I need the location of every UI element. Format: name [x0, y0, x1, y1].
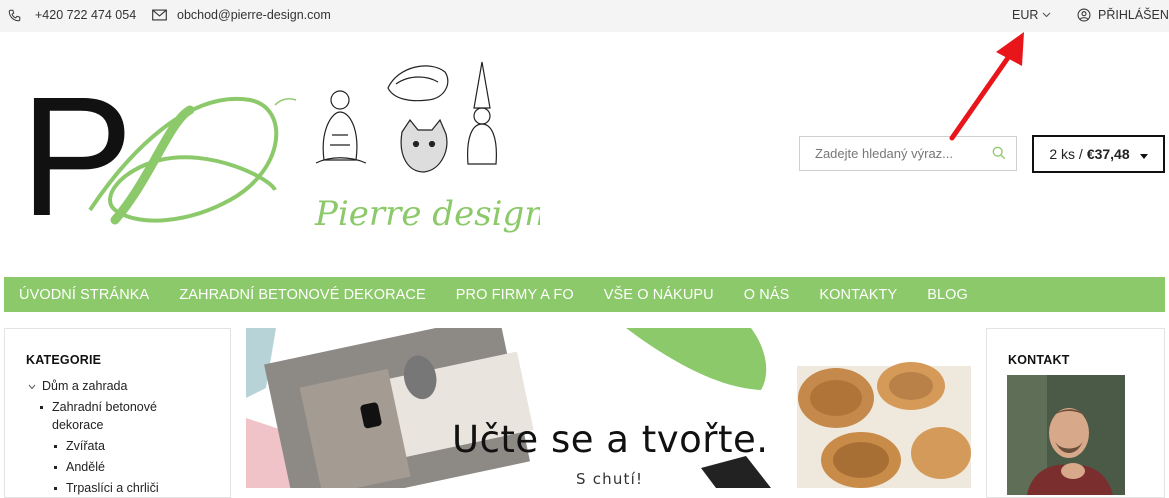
ceramics-photo [797, 362, 971, 488]
nav-item-home[interactable]: ÚVODNÍ STRÁNKA [19, 287, 149, 303]
user-icon [1077, 8, 1091, 22]
category-item-gnomes[interactable]: Trpaslíci a chrliči [54, 479, 230, 497]
chevron-down-icon [1042, 12, 1051, 18]
category-item-home-garden[interactable]: Dům a zahrada [28, 377, 230, 395]
category-label: Trpaslíci a chrliči [66, 481, 159, 495]
main-nav: ÚVODNÍ STRÁNKA ZAHRADNÍ BETONOVÉ DEKORAC… [4, 277, 1165, 312]
search-icon[interactable] [992, 146, 1006, 165]
banner-title: Učte se a tvořte. [452, 418, 769, 461]
buddha-sketch [315, 90, 367, 164]
contact-sidebar: KONTAKT [986, 328, 1165, 498]
angel-sketch [387, 65, 449, 102]
banner-subtitle: S chutí! [576, 470, 644, 488]
cart-total: €37,48 [1086, 146, 1130, 162]
search-box [799, 136, 1017, 171]
top-bar: +420 722 474 054 obchod@pierre-design.co… [0, 0, 1169, 32]
nav-item-about[interactable]: O NÁS [744, 287, 790, 303]
contact-photo [1007, 375, 1125, 495]
login-label: PŘIHLÁŠENÍ [1098, 8, 1169, 22]
email-contact[interactable]: obchod@pierre-design.com [152, 8, 331, 22]
category-tree: Dům a zahrada Zahradní betonové dekorace… [26, 377, 230, 497]
email-address: obchod@pierre-design.com [177, 8, 331, 22]
banner-artwork [246, 328, 971, 488]
bullet-icon [54, 466, 57, 469]
nav-item-business[interactable]: PRO FIRMY A FO [456, 287, 574, 303]
category-item-animals[interactable]: Zvířata [54, 437, 230, 455]
chevron-down-icon [28, 377, 36, 395]
annotation-arrow [949, 32, 1024, 141]
hero-banner[interactable]: Učte se a tvořte. S chutí! [246, 328, 971, 488]
category-title: KATEGORIE [26, 353, 102, 367]
nav-item-garden-decor[interactable]: ZAHRADNÍ BETONOVÉ DEKORACE [179, 287, 425, 303]
phone-icon [8, 9, 21, 22]
logo-wordmark: Pierre design [314, 194, 540, 234]
category-sidebar: KATEGORIE Dům a zahrada Zahradní betonov… [4, 328, 231, 498]
bullet-icon [54, 445, 57, 448]
nav-item-shopping-info[interactable]: VŠE O NÁKUPU [604, 287, 714, 303]
cart-count: 2 ks / [1049, 146, 1083, 162]
category-label: Zvířata [66, 439, 105, 453]
caret-down-icon [1139, 146, 1148, 162]
category-item-angels[interactable]: Andělé [54, 458, 230, 476]
site-logo[interactable]: P Pierre design [20, 60, 546, 270]
category-label: Andělé [66, 460, 105, 474]
cat-sketch [400, 118, 448, 173]
contact-title: KONTAKT [1008, 353, 1070, 367]
category-label: Zahradní betonové dekorace [52, 400, 157, 432]
phone-contact[interactable]: +420 722 474 054 [8, 8, 136, 22]
search-input[interactable] [815, 146, 985, 161]
bullet-icon [54, 487, 57, 490]
gnome-sketch [467, 61, 497, 165]
phone-number: +420 722 474 054 [35, 8, 137, 22]
currency-selector[interactable]: EUR [1012, 8, 1051, 22]
category-label: Dům a zahrada [42, 379, 128, 393]
nav-item-contacts[interactable]: KONTAKTY [819, 287, 897, 303]
login-link[interactable]: PŘIHLÁŠENÍ [1077, 8, 1169, 22]
currency-label: EUR [1012, 8, 1039, 22]
bullet-icon [40, 406, 43, 409]
cart-button[interactable]: 2 ks / €37,48 [1032, 135, 1165, 173]
workshop-photo [264, 328, 534, 488]
nav-item-blog[interactable]: BLOG [927, 287, 968, 303]
category-item-garden-concrete[interactable]: Zahradní betonové dekorace [40, 398, 230, 434]
mail-icon [152, 9, 167, 21]
